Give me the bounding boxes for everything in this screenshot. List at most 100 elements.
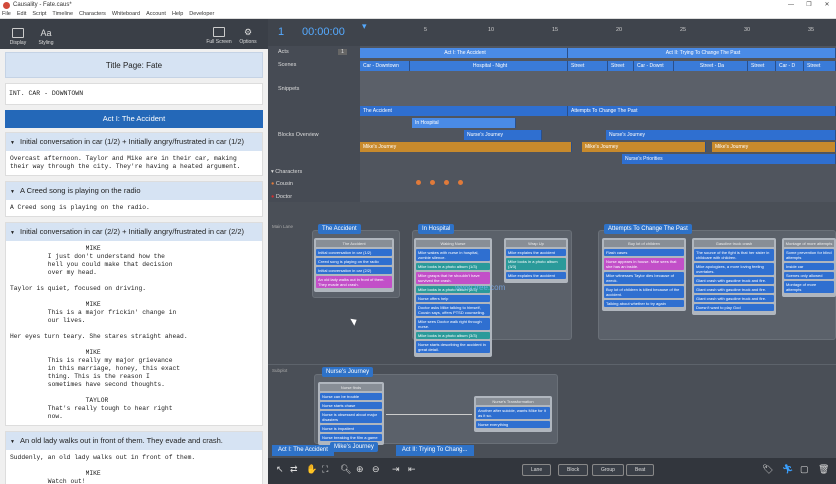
character-marker[interactable] [430, 180, 435, 185]
beat-item[interactable]: Initial conversation in car (2/2) [316, 267, 392, 274]
beat-item[interactable]: An old lady walks out in front of them. … [316, 276, 392, 288]
beat-item[interactable]: Giant crash with gasoline truck and fire… [694, 286, 774, 293]
beat-item[interactable]: Some prevention for blind attempts [784, 249, 834, 261]
options-button[interactable]: ⚙ Options [234, 27, 262, 45]
timeline-ruler[interactable]: ▾ 5 10 15 20 25 30 35 [360, 19, 836, 46]
block-bar[interactable]: The Accident [360, 106, 568, 116]
beat-item[interactable]: Scenes only allowed [784, 272, 834, 279]
act-header[interactable]: Act I: The Accident [5, 110, 263, 128]
beat-item[interactable]: Buy lot of children is killed because of… [604, 286, 684, 298]
beat-item[interactable]: Creed song is playing on the radio [316, 258, 392, 265]
beat-item[interactable]: Mike looks in a photo album (1/3) [416, 263, 490, 270]
beat-item[interactable]: Inside car [784, 263, 834, 270]
beat-item[interactable]: Mike explains the accident [506, 272, 566, 279]
fit-icon[interactable]: ⛶ [322, 464, 328, 475]
beat-node[interactable]: Gasoline truck crash The source of the f… [692, 238, 776, 315]
beat-item[interactable]: Mike looks in a photo album (3/3) [506, 258, 566, 270]
beat-item[interactable]: Nurse can be trouble [320, 393, 382, 400]
beat-item[interactable]: Giant crash with gasoline truck and fire… [694, 295, 774, 302]
group-title[interactable]: The Accident [318, 224, 361, 234]
beat-item[interactable]: Mike apologizes, a more loving feeling o… [694, 263, 774, 275]
beat-item[interactable]: Initial conversation in car (1/2) [316, 249, 392, 256]
beat-node[interactable]: Nurse finds Nurse can be trouble Nurse s… [318, 382, 384, 445]
menu-account[interactable]: Account [146, 11, 166, 17]
act-block[interactable]: Act II: Trying To Change The Past [568, 48, 836, 58]
scene-block[interactable]: Street [608, 61, 634, 71]
menu-developer[interactable]: Developer [189, 11, 214, 17]
maximize-button[interactable]: ❐ [800, 0, 818, 10]
block-bar[interactable]: Nurse's Journey [464, 130, 542, 140]
block-bar[interactable]: Mike's Journey [360, 142, 572, 152]
group-title[interactable]: Nurse's Journey [322, 367, 374, 377]
fullscreen-button[interactable]: Full Screen [205, 27, 233, 45]
character-marker[interactable] [444, 180, 449, 185]
block-bar[interactable]: Attempts To Change The Past [568, 106, 836, 116]
character-marker[interactable] [458, 180, 463, 185]
beat-item[interactable]: Another after suicide, wants Mike for it… [476, 407, 550, 419]
group-title[interactable]: Attempts To Change The Past [604, 224, 692, 234]
beat-item[interactable]: Nurse is impatient [320, 425, 382, 432]
beat-item[interactable]: Talking about whether to try again [604, 300, 684, 307]
beat-node[interactable]: Nurse's Transformation Another after sui… [474, 396, 552, 432]
beat-item[interactable]: Nurse offers help [416, 295, 490, 302]
pointer-icon[interactable]: ↖ [276, 464, 284, 475]
block-bar[interactable]: Nurse's Priorities [622, 154, 836, 164]
playhead-icon[interactable]: ▾ [362, 21, 367, 32]
menu-timeline[interactable]: Timeline [52, 11, 73, 17]
run-icon[interactable]: 🏃︎ [782, 464, 793, 475]
block-bar[interactable]: In Hospital [412, 118, 516, 128]
scene-block[interactable]: Street [804, 61, 836, 71]
group-title[interactable]: In Hospital [418, 224, 455, 234]
beat-item[interactable]: Mike witnesses Taylor dies because of wr… [604, 272, 684, 284]
document-icon[interactable]: ▢ [800, 464, 809, 475]
timeline-tracks[interactable]: Act I: The Accident Act II: Trying To Ch… [360, 46, 836, 202]
scene-block[interactable]: Car - D [776, 61, 804, 71]
block-bar[interactable]: Nurse's Journey [606, 130, 836, 140]
display-button[interactable]: Display [4, 28, 32, 46]
tab-act-2[interactable]: Act II: Trying To Chang... [395, 445, 474, 456]
scene-block[interactable]: Hospital - Night [410, 61, 568, 71]
scene-heading[interactable]: Initial conversation in car (1/2) + Init… [6, 133, 262, 151]
block-bar[interactable]: Mike's Journey [712, 142, 836, 152]
character-cousin[interactable]: ● Cousin [271, 181, 293, 187]
scene-card[interactable]: Initial conversation in car (2/2) + Init… [5, 222, 263, 426]
beat-item[interactable]: Giant crash with gasoline truck and fire… [694, 277, 774, 284]
beat-item[interactable]: Mike explains the accident [506, 249, 566, 256]
beat-item[interactable]: Doctor asks Mike talking to himself, Cou… [416, 304, 490, 316]
beat-item[interactable]: Flash cases [604, 249, 684, 256]
beat-item[interactable]: Nurse everything [476, 421, 550, 428]
menu-edit[interactable]: Edit [17, 11, 26, 17]
title-page-card[interactable]: Title Page: Fate [5, 52, 263, 78]
beat-node[interactable]: Waking Nurse Mike wakes with nurse in ho… [414, 238, 492, 357]
whiteboard-canvas[interactable]: Main Lane Subplot The Accident The Accid… [268, 202, 836, 458]
hand-icon[interactable]: ✋ [306, 464, 317, 475]
add-lane-button[interactable]: Lane [522, 464, 552, 476]
script-panel[interactable]: Title Page: Fate INT. CAR - DOWNTOWN Act… [0, 49, 268, 484]
character-doctor[interactable]: ● Doctor [271, 194, 292, 200]
scene-block[interactable]: Street - Da [674, 61, 748, 71]
beat-item[interactable]: Nurse appears in house. Mike sees that s… [604, 258, 684, 270]
block-bar[interactable]: Mike's Journey [582, 142, 706, 152]
close-button[interactable]: ✕ [818, 0, 836, 10]
character-marker[interactable] [416, 180, 421, 185]
scene-block[interactable]: Car - Downt [634, 61, 674, 71]
beat-node[interactable]: The Accident Initial conversation in car… [314, 238, 394, 292]
characters-section[interactable]: ▾ Characters [271, 169, 302, 175]
scene-block[interactable]: Street [568, 61, 608, 71]
beat-item[interactable]: Nurse starts chase [320, 402, 382, 409]
scene-card[interactable]: Initial conversation in car (1/2) + Init… [5, 132, 263, 176]
scene-card[interactable]: A Creed song is playing on the radio A C… [5, 181, 263, 217]
act-block[interactable]: Act I: The Accident [360, 48, 568, 58]
zoom-icon[interactable]: 🔍︎ [340, 464, 351, 475]
beat-item[interactable]: The source of the fight is that her sist… [694, 249, 774, 261]
menu-whiteboard[interactable]: Whiteboard [112, 11, 140, 17]
minimize-button[interactable]: — [782, 0, 800, 10]
scene-heading[interactable]: A Creed song is playing on the radio [6, 182, 262, 200]
beat-node[interactable]: Wrap Up Mike explains the accident Mike … [504, 238, 568, 283]
styling-button[interactable]: Aa Styling [32, 28, 60, 46]
scene-body[interactable]: Suddenly, an old lady walks out in front… [6, 450, 262, 484]
slugline[interactable]: INT. CAR - DOWNTOWN [5, 83, 263, 105]
tab-act-1[interactable]: Act I: The Accident [272, 445, 334, 456]
beat-item[interactable]: Montage of more attempts [784, 281, 834, 293]
beat-node[interactable]: Buy lot of children Flash cases Nurse ap… [602, 238, 686, 311]
